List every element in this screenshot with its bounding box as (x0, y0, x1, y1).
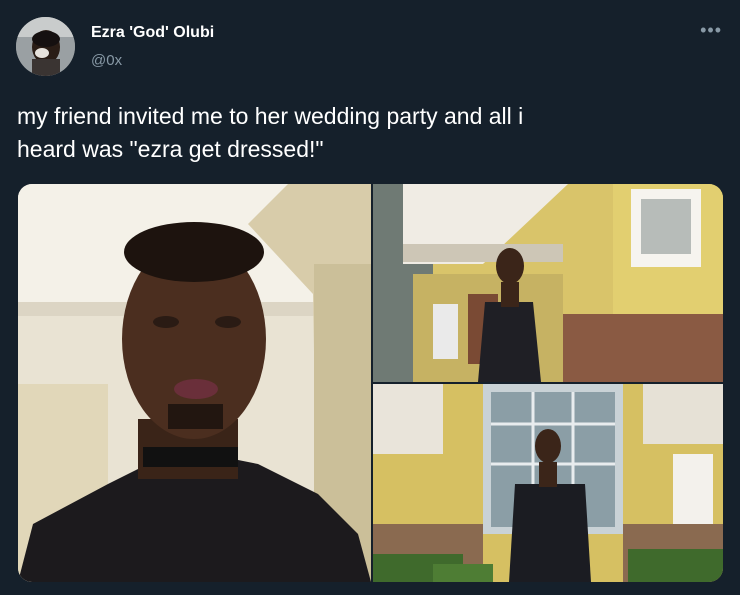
selfie-image (18, 184, 371, 582)
media-photo-building-1[interactable] (373, 184, 723, 382)
tweet-text: my friend invited me to her wedding part… (17, 100, 717, 166)
media-photo-selfie[interactable] (18, 184, 371, 582)
tweet-text-line: heard was "ezra get dressed!" (17, 136, 324, 162)
avatar-image (16, 17, 75, 76)
building-image-2 (373, 384, 723, 582)
media-photo-building-2[interactable] (373, 384, 723, 582)
avatar[interactable] (16, 17, 75, 76)
author-name[interactable]: Ezra 'God' Olubi (91, 24, 214, 42)
author-handle[interactable]: @0x (91, 52, 122, 69)
more-icon[interactable]: ••• (700, 20, 722, 41)
tweet-text-line: my friend invited me to her wedding part… (17, 103, 524, 129)
tweet-media-grid (18, 184, 723, 582)
building-image-1 (373, 184, 723, 382)
